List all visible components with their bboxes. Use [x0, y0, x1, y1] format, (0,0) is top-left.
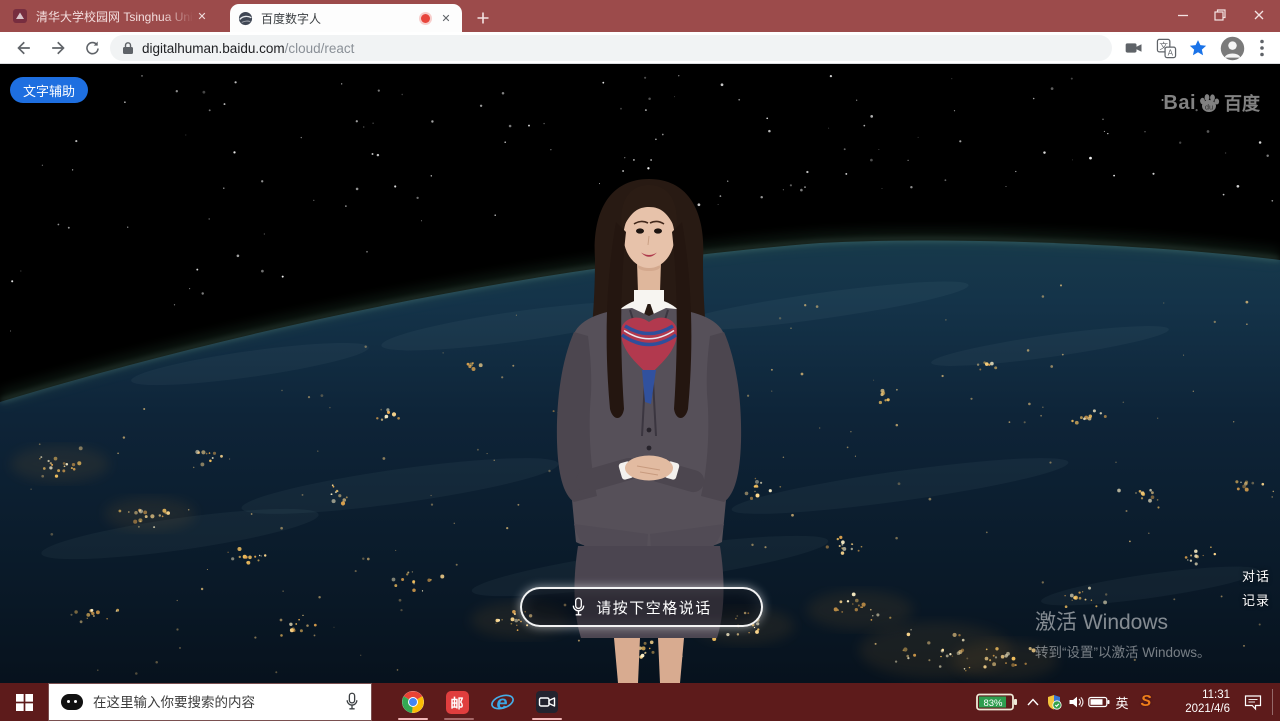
leg	[658, 638, 684, 683]
jacket-button	[647, 428, 652, 433]
translate-button[interactable]: 文 A	[1154, 36, 1178, 60]
taskbar-mail-button[interactable]: 邮	[444, 689, 470, 715]
three-dots-icon	[1260, 39, 1264, 57]
camera-active-indicator	[532, 718, 562, 720]
tab-close-icon[interactable]: ✕	[194, 8, 210, 24]
windows-activation-watermark: 激活 Windows 转到“设置”以激活 Windows。	[1035, 606, 1211, 661]
taskbar-ie-button[interactable]: e	[489, 689, 515, 715]
taskbar-search-box[interactable]	[48, 683, 372, 721]
tray-volume[interactable]	[1065, 683, 1087, 721]
new-tab-button[interactable]	[472, 7, 494, 29]
tab-title: 百度数字人	[261, 10, 421, 27]
bookmark-button[interactable]	[1186, 36, 1210, 60]
svg-text:A: A	[1167, 48, 1173, 57]
mail-app-icon: 邮	[446, 691, 469, 714]
back-button[interactable]	[12, 36, 36, 60]
leg	[614, 638, 640, 683]
clock-time: 11:31	[1202, 688, 1230, 702]
camera-permission-button[interactable]	[1122, 36, 1146, 60]
globe-favicon	[238, 11, 253, 26]
start-button[interactable]	[0, 683, 48, 721]
tab-close-icon[interactable]: ✕	[438, 10, 454, 26]
chrome-icon	[401, 690, 425, 714]
digital-human-page: 文字辅助 Bai du 百度 请按下空格说话 对话 记录	[0, 64, 1280, 683]
restore-icon	[1212, 7, 1228, 23]
profile-avatar[interactable]	[1218, 36, 1246, 60]
speaker-icon	[1068, 694, 1084, 710]
windows-logo-icon	[16, 694, 33, 711]
forward-button[interactable]	[46, 36, 70, 60]
window-close-button[interactable]	[1242, 0, 1276, 30]
taskbar-clock[interactable]: 11:31 2021/4/6	[1158, 683, 1232, 721]
reload-icon	[83, 39, 102, 58]
close-icon	[1251, 7, 1267, 23]
camera-app-icon	[535, 690, 559, 714]
url-host: digitalhuman.baidu.com	[142, 41, 285, 56]
watermark-title: 激活 Windows	[1035, 606, 1211, 636]
eye	[654, 228, 662, 233]
baidu-logo: Bai du 百度	[1163, 90, 1260, 116]
url-text: digitalhuman.baidu.com/cloud/react	[142, 41, 354, 56]
microphone-icon	[571, 597, 586, 618]
tray-expand-button[interactable]	[1024, 683, 1042, 721]
tab-title: 清华大学校园网 Tsinghua Univ	[36, 8, 194, 25]
translate-icon: 文 A	[1156, 38, 1177, 59]
bookmark-star-icon	[1188, 38, 1208, 58]
recording-indicator-icon	[421, 14, 430, 23]
screen: 清华大学校园网 Tsinghua Univ ✕ 百度数字人 ✕	[0, 0, 1280, 721]
video-camera-icon	[1124, 38, 1144, 58]
jacket-button	[647, 446, 652, 451]
svg-text:83%: 83%	[983, 698, 1003, 709]
eye	[636, 228, 644, 233]
chevron-up-icon	[1027, 698, 1039, 706]
window-restore-button[interactable]	[1203, 0, 1237, 30]
internet-explorer-icon: e	[490, 690, 515, 715]
search-mic-icon[interactable]	[345, 692, 359, 712]
mail-active-indicator	[444, 718, 474, 720]
tray-defender[interactable]	[1043, 683, 1065, 721]
search-input[interactable]	[93, 695, 345, 710]
push-to-talk-label: 请按下空格说话	[596, 597, 712, 618]
avatar-icon	[1220, 36, 1245, 61]
show-desktop-divider[interactable]	[1272, 689, 1273, 715]
chrome-active-indicator	[398, 718, 428, 720]
clock-date: 2021/4/6	[1185, 702, 1230, 716]
text-assist-button[interactable]: 文字辅助	[10, 77, 88, 103]
window-minimize-button[interactable]	[1166, 0, 1200, 30]
defender-shield-icon	[1046, 694, 1062, 710]
windows-taskbar: 邮 e 83%	[0, 683, 1280, 721]
browser-toolbar: digitalhuman.baidu.com/cloud/react 文 A	[0, 32, 1280, 64]
back-arrow-icon	[14, 38, 34, 58]
battery-percent-widget[interactable]: 83%	[976, 693, 1018, 711]
lock-icon	[122, 41, 134, 55]
forward-arrow-icon	[48, 38, 68, 58]
taskbar-camera-button[interactable]	[534, 689, 560, 715]
dialog-tab[interactable]: 对话	[1242, 566, 1270, 585]
tab-baidu-digital-human[interactable]: 百度数字人 ✕	[230, 4, 462, 32]
browser-menu-button[interactable]	[1252, 36, 1272, 60]
watermark-subtitle: 转到“设置”以激活 Windows。	[1035, 641, 1211, 661]
tab-tsinghua[interactable]: 清华大学校园网 Tsinghua Univ ✕	[12, 0, 224, 32]
tray-ime-indicator[interactable]: 英	[1110, 683, 1134, 721]
action-center-icon	[1244, 694, 1262, 711]
tray-battery[interactable]	[1087, 683, 1111, 721]
browser-titlebar: 清华大学校园网 Tsinghua Univ ✕ 百度数字人 ✕	[0, 0, 1280, 32]
address-bar[interactable]: digitalhuman.baidu.com/cloud/react	[110, 35, 1112, 61]
baidu-paw-icon: du	[1197, 91, 1221, 115]
cortana-icon	[61, 694, 83, 710]
battery-gauge-icon: 83%	[976, 693, 1018, 711]
record-tab[interactable]: 记录	[1242, 590, 1270, 609]
reload-button[interactable]	[80, 36, 104, 60]
svg-text:du: du	[1205, 103, 1213, 112]
taskbar-chrome-button[interactable]	[400, 689, 426, 715]
text-assist-label: 文字辅助	[23, 81, 75, 100]
minimize-icon	[1175, 7, 1191, 23]
battery-icon	[1088, 696, 1110, 708]
push-to-talk-button[interactable]: 请按下空格说话	[520, 587, 763, 627]
action-center-button[interactable]	[1238, 683, 1268, 721]
url-path: /cloud/react	[285, 41, 355, 56]
plus-icon	[476, 11, 490, 25]
tsinghua-favicon	[12, 8, 28, 24]
sogou-input-icon[interactable]: S	[1134, 683, 1158, 721]
